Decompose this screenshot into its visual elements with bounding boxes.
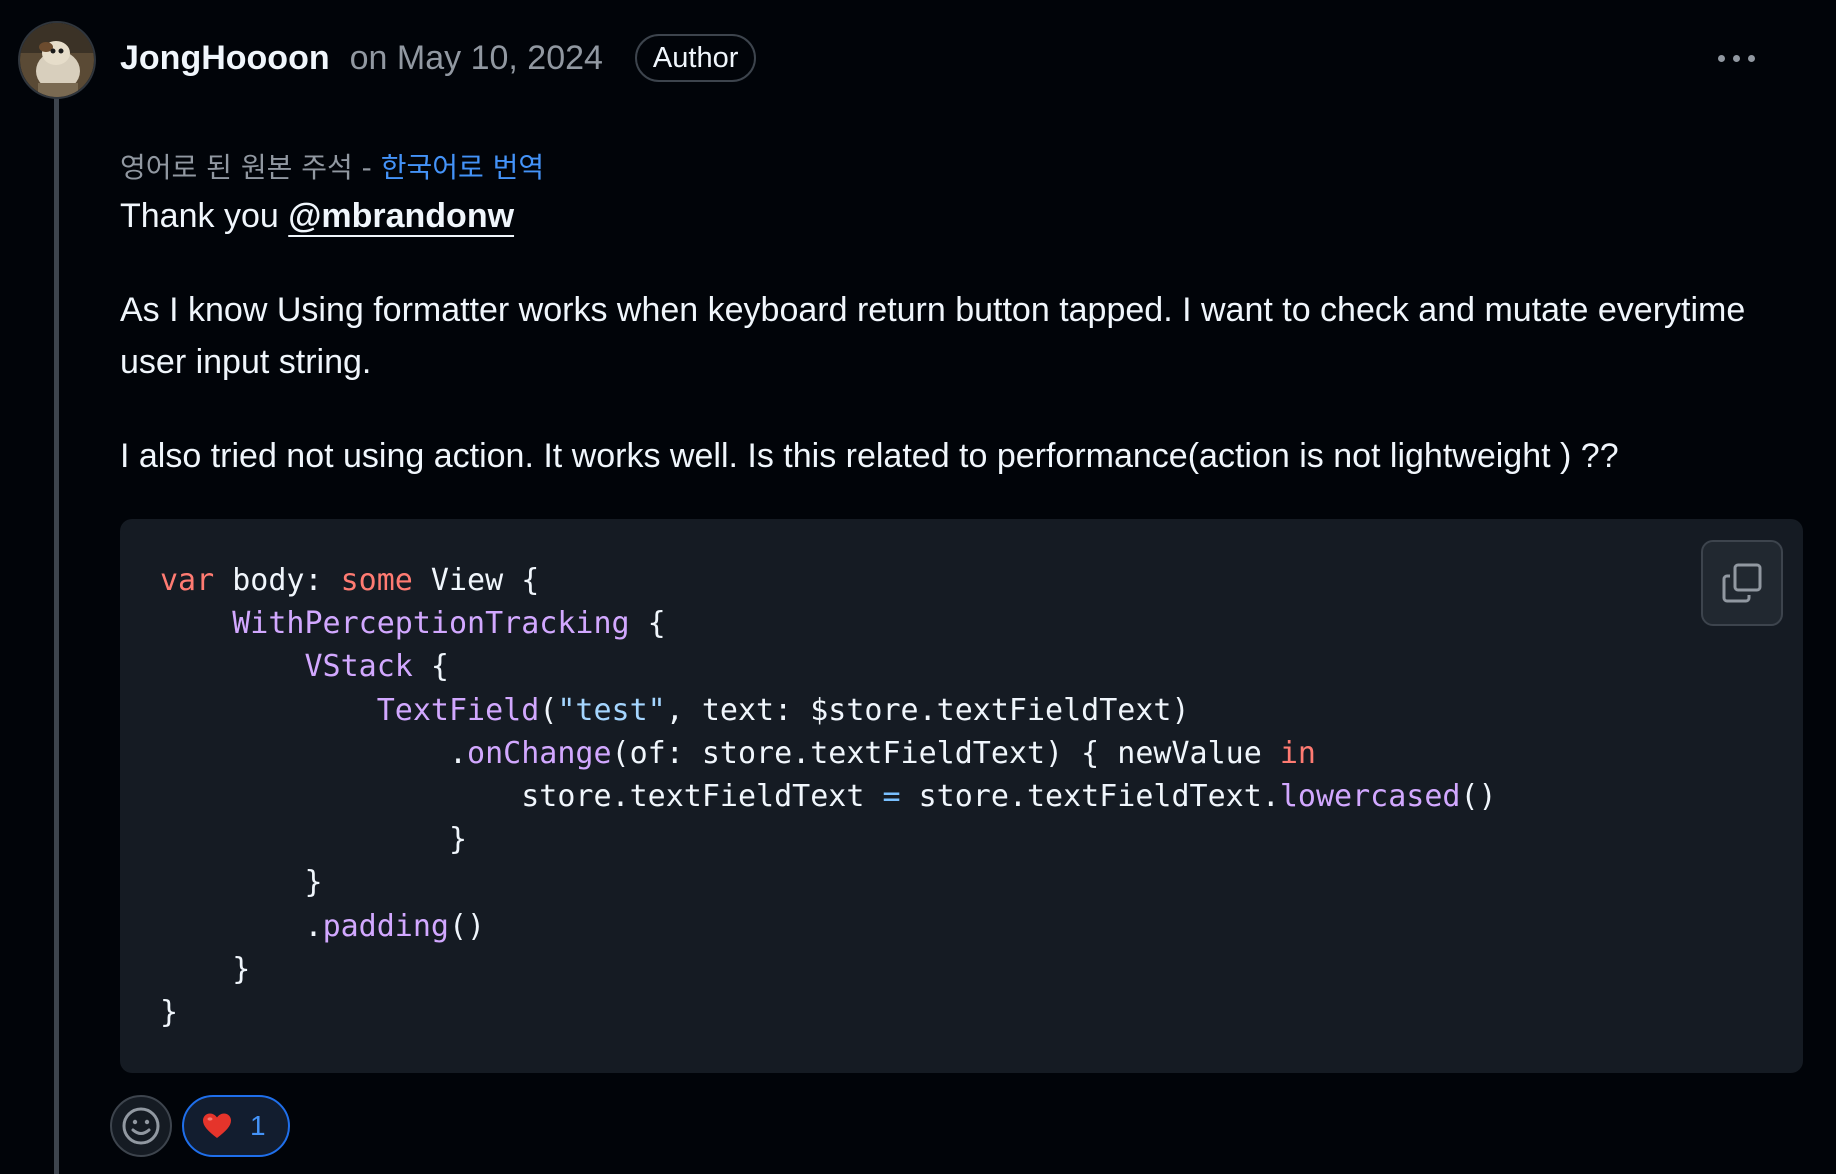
code-content: var body: some View { WithPerceptionTrac… [160, 559, 1497, 1034]
code-line: TextField("test", text: $store.textField… [376, 692, 1190, 728]
avatar[interactable] [18, 21, 96, 99]
comment-body: Thank you @mbrandonw As I know Using for… [120, 190, 1810, 482]
copy-code-button[interactable] [1701, 540, 1783, 626]
code-line: .onChange(of: store.textFieldText) { new… [160, 735, 1316, 771]
code-line: store.textFieldText = store.textFieldTex… [160, 779, 1497, 815]
more-options-button[interactable] [1706, 30, 1766, 86]
paragraph-1: As I know Using formatter works when key… [120, 291, 1746, 381]
paragraph-2: I also tried not using action. It works … [120, 437, 1619, 475]
code-block: var body: some View { WithPerceptionTrac… [120, 519, 1803, 1073]
code-line: } [160, 995, 179, 1031]
heart-icon [203, 1113, 231, 1138]
comment-header: JongHoooon on May 10, 2024 Author [120, 30, 1810, 86]
author-badge: Author [634, 34, 757, 82]
avatar-image [20, 23, 94, 97]
timeline-line [54, 90, 59, 1174]
copy-icon [1722, 563, 1762, 603]
code-line: } [160, 865, 323, 901]
translation-note: 영어로 된 원본 주석 - 한국어로 번역 [120, 146, 544, 186]
heart-reaction-count: 1 [250, 1110, 266, 1141]
user-mention-link[interactable]: @mbrandonw [288, 197, 514, 235]
reactions-bar: 1 [110, 1095, 290, 1157]
author-name-link[interactable]: JongHoooon [120, 39, 330, 78]
greeting-text: Thank you [120, 197, 289, 235]
smiley-icon [122, 1107, 160, 1145]
code-line: .padding() [160, 908, 486, 944]
code-line: var body: some View { [160, 563, 540, 598]
kebab-horizontal-icon [1717, 54, 1725, 62]
comment-date-link[interactable]: on May 10, 2024 [350, 39, 603, 78]
translation-note-text: 영어로 된 원본 주석 - [120, 151, 381, 184]
translate-link[interactable]: 한국어로 번역 [381, 151, 544, 184]
comment-thread: JongHoooon on May 10, 2024 Author 영어로 된 … [0, 0, 1836, 1174]
greeting-paragraph: Thank you @mbrandonw [120, 190, 1810, 242]
code-line: } [160, 951, 251, 987]
code-line: WithPerceptionTracking { [232, 606, 666, 642]
heart-reaction-button[interactable]: 1 [182, 1095, 290, 1157]
add-reaction-button[interactable] [110, 1095, 172, 1157]
code-line: VStack { [304, 649, 450, 685]
code-line: } [160, 822, 468, 858]
